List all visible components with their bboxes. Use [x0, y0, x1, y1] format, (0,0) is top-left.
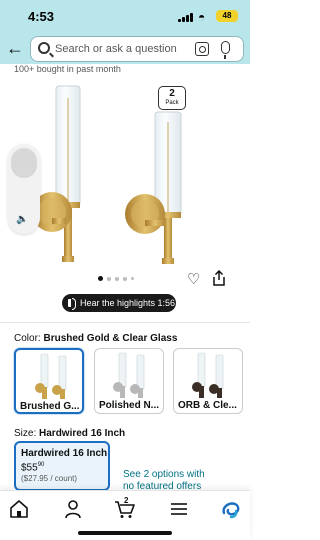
hear-highlights-button[interactable]: Hear the highlights 1:56: [62, 294, 176, 312]
color-option-brushed-gold[interactable]: Brushed G...: [14, 348, 84, 414]
battery-icon: 48: [216, 10, 238, 22]
unit-price: ($27.95 / count): [21, 474, 78, 484]
audio-knob[interactable]: [11, 148, 37, 178]
gallery-dot[interactable]: [131, 277, 134, 280]
color-option-label: Brushed G...: [20, 401, 80, 412]
search-placeholder: Search or ask a question: [55, 43, 177, 55]
size-option-price: $5590: [21, 462, 103, 473]
header-bar: 4:53 ◓ 48 ← Search or ask a question: [0, 0, 250, 64]
color-option-thumbnail: [192, 352, 224, 398]
color-option-thumbnail: [113, 352, 145, 398]
bought-in-past-month: 100+ bought in past month: [14, 64, 121, 74]
hear-highlights-label: Hear the highlights 1:56: [80, 298, 176, 308]
gallery-dot[interactable]: [107, 276, 111, 281]
status-bar: 4:53 ◓ 48: [0, 0, 250, 32]
microphone-icon[interactable]: [221, 41, 230, 59]
speaker-icon: 🔈: [16, 214, 29, 225]
gallery-dot[interactable]: [123, 276, 127, 281]
size-label: Size:: [14, 428, 37, 439]
color-option-polished-nickel[interactable]: Polished N...: [94, 348, 164, 414]
color-selection-label: Color: Brushed Gold & Clear Glass: [14, 333, 177, 344]
divider: [0, 322, 250, 323]
color-option-orb-clear[interactable]: ORB & Cle...: [173, 348, 243, 414]
status-time: 4:53: [28, 9, 55, 24]
search-input[interactable]: Search or ask a question: [30, 36, 244, 62]
gallery-pagination: [98, 276, 134, 281]
color-option-thumbnail: [35, 353, 67, 399]
menu-icon[interactable]: [168, 499, 190, 519]
gallery-dot[interactable]: [98, 276, 103, 281]
price-cents: 90: [37, 462, 45, 468]
heart-icon[interactable]: ♡: [187, 270, 200, 288]
pack-count: 2: [169, 88, 175, 99]
size-selection-label: Size: Hardwired 16 Inch: [14, 428, 125, 439]
cart-icon[interactable]: 2: [114, 496, 136, 519]
pack-label: Pack: [165, 100, 179, 106]
wifi-icon: ◓: [198, 10, 206, 24]
cart-count: 2: [124, 496, 129, 505]
size-option-hardwired-16[interactable]: Hardwired 16 Inch $5590 ($27.95 / count): [14, 441, 110, 491]
color-value: Brushed Gold & Clear Glass: [43, 333, 178, 344]
color-option-label: ORB & Cle...: [178, 400, 237, 411]
back-arrow-icon[interactable]: ←: [6, 38, 24, 58]
pack-count-badge: 2 Pack: [158, 86, 186, 110]
size-value: Hardwired 16 Inch: [39, 428, 126, 439]
audio-side-control[interactable]: 🔈: [8, 144, 40, 234]
account-icon[interactable]: [62, 499, 84, 519]
color-label: Color:: [14, 333, 41, 344]
search-icon: [38, 42, 50, 54]
signal-icon: [178, 12, 194, 22]
rufus-assistant-icon[interactable]: [220, 499, 242, 519]
home-indicator: [78, 531, 172, 535]
share-icon[interactable]: [212, 270, 226, 286]
speaker-icon: [68, 298, 76, 310]
home-icon[interactable]: [8, 499, 30, 519]
color-option-label: Polished N...: [99, 400, 160, 411]
size-option-title: Hardwired 16 Inch: [21, 448, 108, 459]
price-dollars: $55: [21, 462, 38, 474]
gallery-dot[interactable]: [115, 276, 119, 281]
camera-search-icon[interactable]: [195, 42, 209, 56]
sconce-right: [125, 111, 182, 264]
